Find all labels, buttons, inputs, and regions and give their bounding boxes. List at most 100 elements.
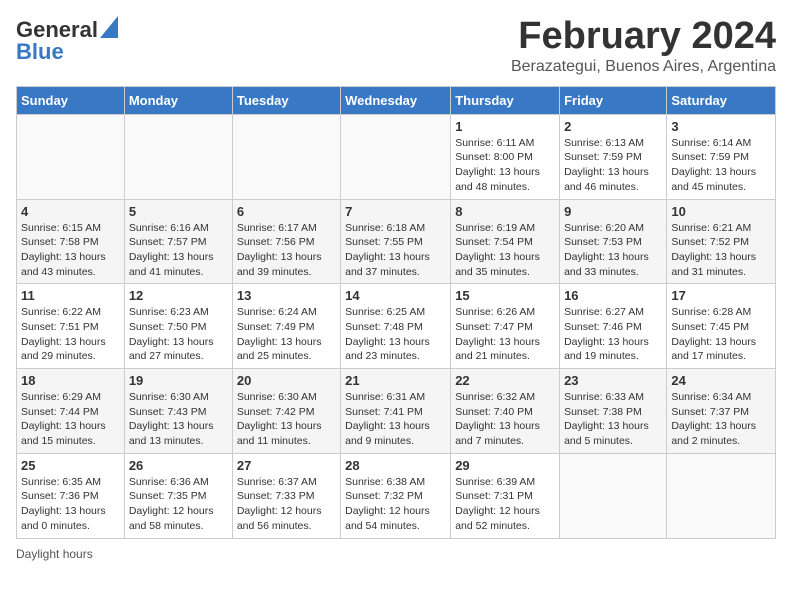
table-row: 2 Sunrise: 6:13 AM Sunset: 7:59 PM Daylig… [560, 114, 667, 199]
col-thursday: Thursday [451, 86, 560, 114]
day-number: 19 [129, 373, 228, 388]
day-number: 25 [21, 458, 120, 473]
daylight-label: Daylight hours [16, 547, 93, 561]
day-info: Sunrise: 6:26 AM Sunset: 7:47 PM Dayligh… [455, 305, 555, 364]
col-wednesday: Wednesday [341, 86, 451, 114]
day-number: 5 [129, 204, 228, 219]
table-row: 18Sunrise: 6:29 AM Sunset: 7:44 PM Dayli… [17, 369, 125, 454]
table-row: 6 Sunrise: 6:17 AM Sunset: 7:56 PM Daylig… [232, 199, 340, 284]
day-number: 26 [129, 458, 228, 473]
day-info: Sunrise: 6:27 AM Sunset: 7:46 PM Dayligh… [564, 305, 662, 364]
table-row: 3 Sunrise: 6:14 AM Sunset: 7:59 PM Daylig… [667, 114, 776, 199]
table-row: 29 Sunrise: 6:39 AM Sunset: 7:31 PM Dayli… [451, 453, 560, 538]
day-info: Sunrise: 6:16 AM Sunset: 7:57 PM Dayligh… [129, 221, 228, 280]
day-info: Sunrise: 6:14 AM Sunset: 7:59 PM Dayligh… [671, 136, 771, 195]
table-row: 1Sunrise: 6:11 AM Sunset: 8:00 PM Daylig… [451, 114, 560, 199]
day-number: 10 [671, 204, 771, 219]
calendar-table: Sunday Monday Tuesday Wednesday Thursday… [16, 86, 776, 539]
day-number: 21 [345, 373, 446, 388]
day-number: 8 [455, 204, 555, 219]
table-row: 8 Sunrise: 6:19 AM Sunset: 7:54 PM Daylig… [451, 199, 560, 284]
day-info: Sunrise: 6:35 AM Sunset: 7:36 PM Dayligh… [21, 475, 120, 534]
table-row: 22 Sunrise: 6:32 AM Sunset: 7:40 PM Dayli… [451, 369, 560, 454]
table-row: 25 Sunrise: 6:35 AM Sunset: 7:36 PM Dayli… [17, 453, 125, 538]
day-info: Sunrise: 6:21 AM Sunset: 7:52 PM Dayligh… [671, 221, 771, 280]
page-subtitle: Berazategui, Buenos Aires, Argentina [511, 58, 776, 76]
day-info: Sunrise: 6:15 AM Sunset: 7:58 PM Dayligh… [21, 221, 120, 280]
day-number: 22 [455, 373, 555, 388]
day-info: Sunrise: 6:22 AM Sunset: 7:51 PM Dayligh… [21, 305, 120, 364]
calendar-header-row: Sunday Monday Tuesday Wednesday Thursday… [17, 86, 776, 114]
col-saturday: Saturday [667, 86, 776, 114]
calendar-week-row: 1Sunrise: 6:11 AM Sunset: 8:00 PM Daylig… [17, 114, 776, 199]
footer-note: Daylight hours [16, 547, 776, 561]
day-number: 17 [671, 288, 771, 303]
day-info: Sunrise: 6:34 AM Sunset: 7:37 PM Dayligh… [671, 390, 771, 449]
day-number: 11 [21, 288, 120, 303]
table-row: 27 Sunrise: 6:37 AM Sunset: 7:33 PM Dayli… [232, 453, 340, 538]
day-number: 20 [237, 373, 336, 388]
table-row: 4 Sunrise: 6:15 AM Sunset: 7:58 PM Daylig… [17, 199, 125, 284]
day-info: Sunrise: 6:28 AM Sunset: 7:45 PM Dayligh… [671, 305, 771, 364]
table-row: 16 Sunrise: 6:27 AM Sunset: 7:46 PM Dayli… [560, 284, 667, 369]
table-row: 19 Sunrise: 6:30 AM Sunset: 7:43 PM Dayli… [124, 369, 232, 454]
table-row: 28 Sunrise: 6:38 AM Sunset: 7:32 PM Dayli… [341, 453, 451, 538]
day-info: Sunrise: 6:19 AM Sunset: 7:54 PM Dayligh… [455, 221, 555, 280]
day-number: 1 [455, 119, 555, 134]
calendar-week-row: 25 Sunrise: 6:35 AM Sunset: 7:36 PM Dayli… [17, 453, 776, 538]
header: General Blue February 2024 Berazategui, … [16, 16, 776, 76]
day-number: 15 [455, 288, 555, 303]
table-row: 26Sunrise: 6:36 AM Sunset: 7:35 PM Dayli… [124, 453, 232, 538]
day-number: 16 [564, 288, 662, 303]
day-info: Sunrise: 6:23 AM Sunset: 7:50 PM Dayligh… [129, 305, 228, 364]
table-row: 20Sunrise: 6:30 AM Sunset: 7:42 PM Dayli… [232, 369, 340, 454]
calendar-week-row: 11 Sunrise: 6:22 AM Sunset: 7:51 PM Dayli… [17, 284, 776, 369]
table-row [17, 114, 125, 199]
day-number: 3 [671, 119, 771, 134]
day-info: Sunrise: 6:32 AM Sunset: 7:40 PM Dayligh… [455, 390, 555, 449]
table-row [232, 114, 340, 199]
table-row [560, 453, 667, 538]
day-number: 28 [345, 458, 446, 473]
table-row: 9Sunrise: 6:20 AM Sunset: 7:53 PM Daylig… [560, 199, 667, 284]
table-row: 12 Sunrise: 6:23 AM Sunset: 7:50 PM Dayli… [124, 284, 232, 369]
day-number: 23 [564, 373, 662, 388]
table-row: 7 Sunrise: 6:18 AM Sunset: 7:55 PM Daylig… [341, 199, 451, 284]
calendar-week-row: 18Sunrise: 6:29 AM Sunset: 7:44 PM Dayli… [17, 369, 776, 454]
col-monday: Monday [124, 86, 232, 114]
calendar-week-row: 4 Sunrise: 6:15 AM Sunset: 7:58 PM Daylig… [17, 199, 776, 284]
day-info: Sunrise: 6:17 AM Sunset: 7:56 PM Dayligh… [237, 221, 336, 280]
day-number: 27 [237, 458, 336, 473]
day-number: 24 [671, 373, 771, 388]
table-row [341, 114, 451, 199]
table-row: 5 Sunrise: 6:16 AM Sunset: 7:57 PM Daylig… [124, 199, 232, 284]
logo-triangle-icon [100, 16, 118, 38]
table-row: 11 Sunrise: 6:22 AM Sunset: 7:51 PM Dayli… [17, 284, 125, 369]
col-sunday: Sunday [17, 86, 125, 114]
col-tuesday: Tuesday [232, 86, 340, 114]
table-row: 23Sunrise: 6:33 AM Sunset: 7:38 PM Dayli… [560, 369, 667, 454]
day-info: Sunrise: 6:38 AM Sunset: 7:32 PM Dayligh… [345, 475, 446, 534]
day-info: Sunrise: 6:24 AM Sunset: 7:49 PM Dayligh… [237, 305, 336, 364]
day-number: 7 [345, 204, 446, 219]
table-row: 21 Sunrise: 6:31 AM Sunset: 7:41 PM Dayli… [341, 369, 451, 454]
day-number: 13 [237, 288, 336, 303]
day-info: Sunrise: 6:13 AM Sunset: 7:59 PM Dayligh… [564, 136, 662, 195]
table-row: 24 Sunrise: 6:34 AM Sunset: 7:37 PM Dayli… [667, 369, 776, 454]
table-row [124, 114, 232, 199]
logo: General Blue [16, 16, 118, 65]
day-info: Sunrise: 6:37 AM Sunset: 7:33 PM Dayligh… [237, 475, 336, 534]
day-info: Sunrise: 6:30 AM Sunset: 7:43 PM Dayligh… [129, 390, 228, 449]
table-row: 14Sunrise: 6:25 AM Sunset: 7:48 PM Dayli… [341, 284, 451, 369]
day-info: Sunrise: 6:39 AM Sunset: 7:31 PM Dayligh… [455, 475, 555, 534]
day-number: 6 [237, 204, 336, 219]
page-title: February 2024 [511, 16, 776, 58]
day-info: Sunrise: 6:31 AM Sunset: 7:41 PM Dayligh… [345, 390, 446, 449]
day-number: 14 [345, 288, 446, 303]
day-info: Sunrise: 6:18 AM Sunset: 7:55 PM Dayligh… [345, 221, 446, 280]
day-number: 12 [129, 288, 228, 303]
day-number: 2 [564, 119, 662, 134]
day-number: 29 [455, 458, 555, 473]
day-number: 4 [21, 204, 120, 219]
table-row: 15 Sunrise: 6:26 AM Sunset: 7:47 PM Dayli… [451, 284, 560, 369]
